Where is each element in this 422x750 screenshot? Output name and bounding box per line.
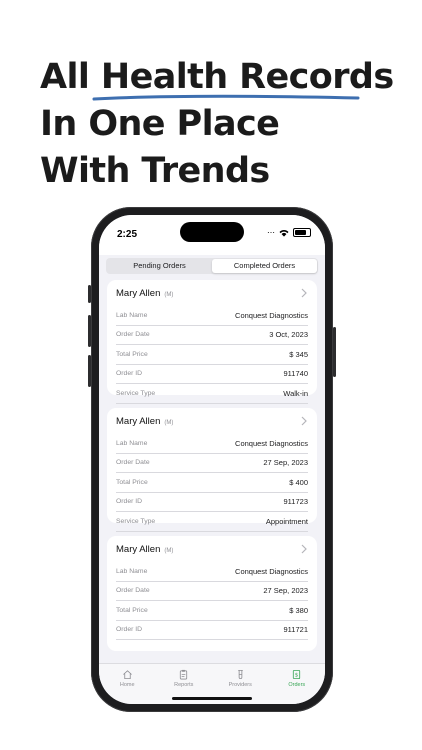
order-id-label: Order ID	[116, 370, 143, 378]
bottom-tab-bar: Home Reports Providers $ Orders	[99, 663, 325, 704]
lab-name-label: Lab Name	[116, 439, 148, 447]
tab-reports-label: Reports	[174, 682, 194, 688]
order-date-row: Order Date 3 Oct, 2023	[116, 326, 308, 345]
lab-name-row: Lab Name Conquest Diagnostics	[116, 562, 308, 582]
patient-tag: (M)	[164, 420, 174, 426]
tab-home-label: Home	[119, 682, 135, 688]
battery-icon	[293, 228, 311, 237]
orders-list[interactable]: Mary Allen (M) Lab Name Conquest Diagnost…	[107, 280, 317, 664]
tab-pending-orders[interactable]: Pending Orders	[107, 259, 212, 273]
lab-name-value: Conquest Diagnostics	[235, 438, 308, 448]
total-price-row: Total Price $ 345	[116, 345, 308, 365]
total-price-row: Total Price $ 380	[116, 601, 308, 621]
order-card[interactable]: Mary Allen (M) Lab Name Conquest Diagnost…	[107, 280, 317, 404]
status-icons: ⋯	[267, 228, 311, 237]
patient-name: Mary Allen	[116, 288, 161, 299]
order-id-row: Order ID 911740	[116, 365, 308, 384]
service-type-label: Service Type	[116, 389, 156, 397]
svg-text:$: $	[295, 673, 299, 679]
service-type-row: Service Type Walk-in	[116, 384, 308, 404]
order-id-row: Order ID 911723	[116, 493, 308, 512]
headline-highlight: Health Records	[100, 57, 394, 97]
volume-down-button	[88, 355, 91, 387]
total-price-value: $ 345	[289, 349, 308, 359]
lab-name-row: Lab Name Conquest Diagnostics	[116, 434, 308, 454]
tab-home[interactable]: Home	[99, 664, 156, 704]
dynamic-island	[180, 222, 244, 242]
lab-name-label: Lab Name	[116, 567, 148, 575]
wifi-icon	[279, 229, 289, 237]
total-price-row: Total Price $ 400	[116, 473, 308, 493]
power-button	[333, 327, 336, 377]
clipboard-icon	[180, 669, 188, 680]
chevron-right-icon[interactable]	[300, 544, 308, 554]
service-type-label: Service Type	[116, 517, 156, 525]
patient-tag: (M)	[164, 548, 174, 554]
headline: All Health Records In One Place With Tre…	[40, 54, 394, 195]
order-card[interactable]: Mary Allen (M) Lab Name Conquest Diagnost…	[107, 536, 317, 651]
order-date-label: Order Date	[116, 459, 150, 467]
tab-providers-label: Providers	[228, 682, 252, 688]
patient-tag: (M)	[164, 292, 174, 298]
order-card[interactable]: Mary Allen (M) Lab Name Conquest Diagnost…	[107, 408, 317, 532]
lab-name-row: Lab Name Conquest Diagnostics	[116, 306, 308, 326]
headline-underline	[92, 94, 360, 101]
total-price-label: Total Price	[116, 350, 148, 358]
phone-frame: 2:25 ⋯ Pending Orders Completed Orders M…	[88, 207, 336, 712]
order-id-value: 911740	[283, 369, 308, 379]
order-date-value: 27 Sep, 2023	[263, 458, 308, 468]
order-date-label: Order Date	[116, 587, 150, 595]
headline-line-2: In One Place	[40, 104, 280, 144]
order-date-value: 3 Oct, 2023	[269, 330, 308, 340]
chevron-right-icon[interactable]	[300, 416, 308, 426]
order-id-row: Order ID 911721	[116, 621, 308, 640]
service-type-row: Service Type Appointment	[116, 512, 308, 532]
order-date-row: Order Date 27 Sep, 2023	[116, 582, 308, 601]
tab-orders[interactable]: $ Orders	[269, 664, 326, 704]
order-card-header: Mary Allen (M)	[116, 288, 308, 306]
tab-orders-label: Orders	[288, 682, 306, 688]
total-price-label: Total Price	[116, 606, 148, 614]
status-bar: 2:25 ⋯	[99, 215, 325, 255]
service-type-value: Appointment	[265, 516, 308, 526]
patient-name: Mary Allen	[116, 544, 161, 555]
test-tube-icon	[237, 669, 243, 679]
lab-name-label: Lab Name	[116, 311, 148, 319]
order-date-row: Order Date 27 Sep, 2023	[116, 454, 308, 473]
order-status-segmented-control[interactable]: Pending Orders Completed Orders	[106, 258, 318, 274]
signal-icon: ⋯	[267, 228, 275, 237]
headline-line-3: With Trends	[40, 151, 270, 191]
order-card-header: Mary Allen (M)	[116, 544, 308, 562]
tab-completed-orders[interactable]: Completed Orders	[212, 259, 317, 273]
order-id-label: Order ID	[116, 498, 143, 506]
headline-word-all: All	[40, 57, 101, 97]
total-price-value: $ 380	[289, 605, 308, 615]
total-price-label: Total Price	[116, 478, 148, 486]
app-screen: 2:25 ⋯ Pending Orders Completed Orders M…	[99, 215, 325, 704]
order-card-header: Mary Allen (M)	[116, 416, 308, 434]
lab-name-value: Conquest Diagnostics	[235, 310, 308, 320]
home-indicator[interactable]	[172, 697, 252, 700]
volume-up-button	[88, 315, 91, 347]
total-price-value: $ 400	[289, 477, 308, 487]
mute-switch	[88, 285, 91, 303]
patient-name: Mary Allen	[116, 416, 161, 427]
order-date-value: 27 Sep, 2023	[263, 586, 308, 596]
lab-name-value: Conquest Diagnostics	[235, 566, 308, 576]
service-type-value: Walk-in	[283, 388, 308, 398]
receipt-dollar-icon: $	[293, 669, 301, 680]
order-id-label: Order ID	[116, 626, 143, 634]
chevron-right-icon[interactable]	[300, 288, 308, 298]
order-id-value: 911723	[283, 497, 308, 507]
order-date-label: Order Date	[116, 331, 150, 339]
order-id-value: 911721	[283, 625, 308, 635]
status-time: 2:25	[117, 229, 138, 240]
home-icon	[122, 670, 132, 680]
